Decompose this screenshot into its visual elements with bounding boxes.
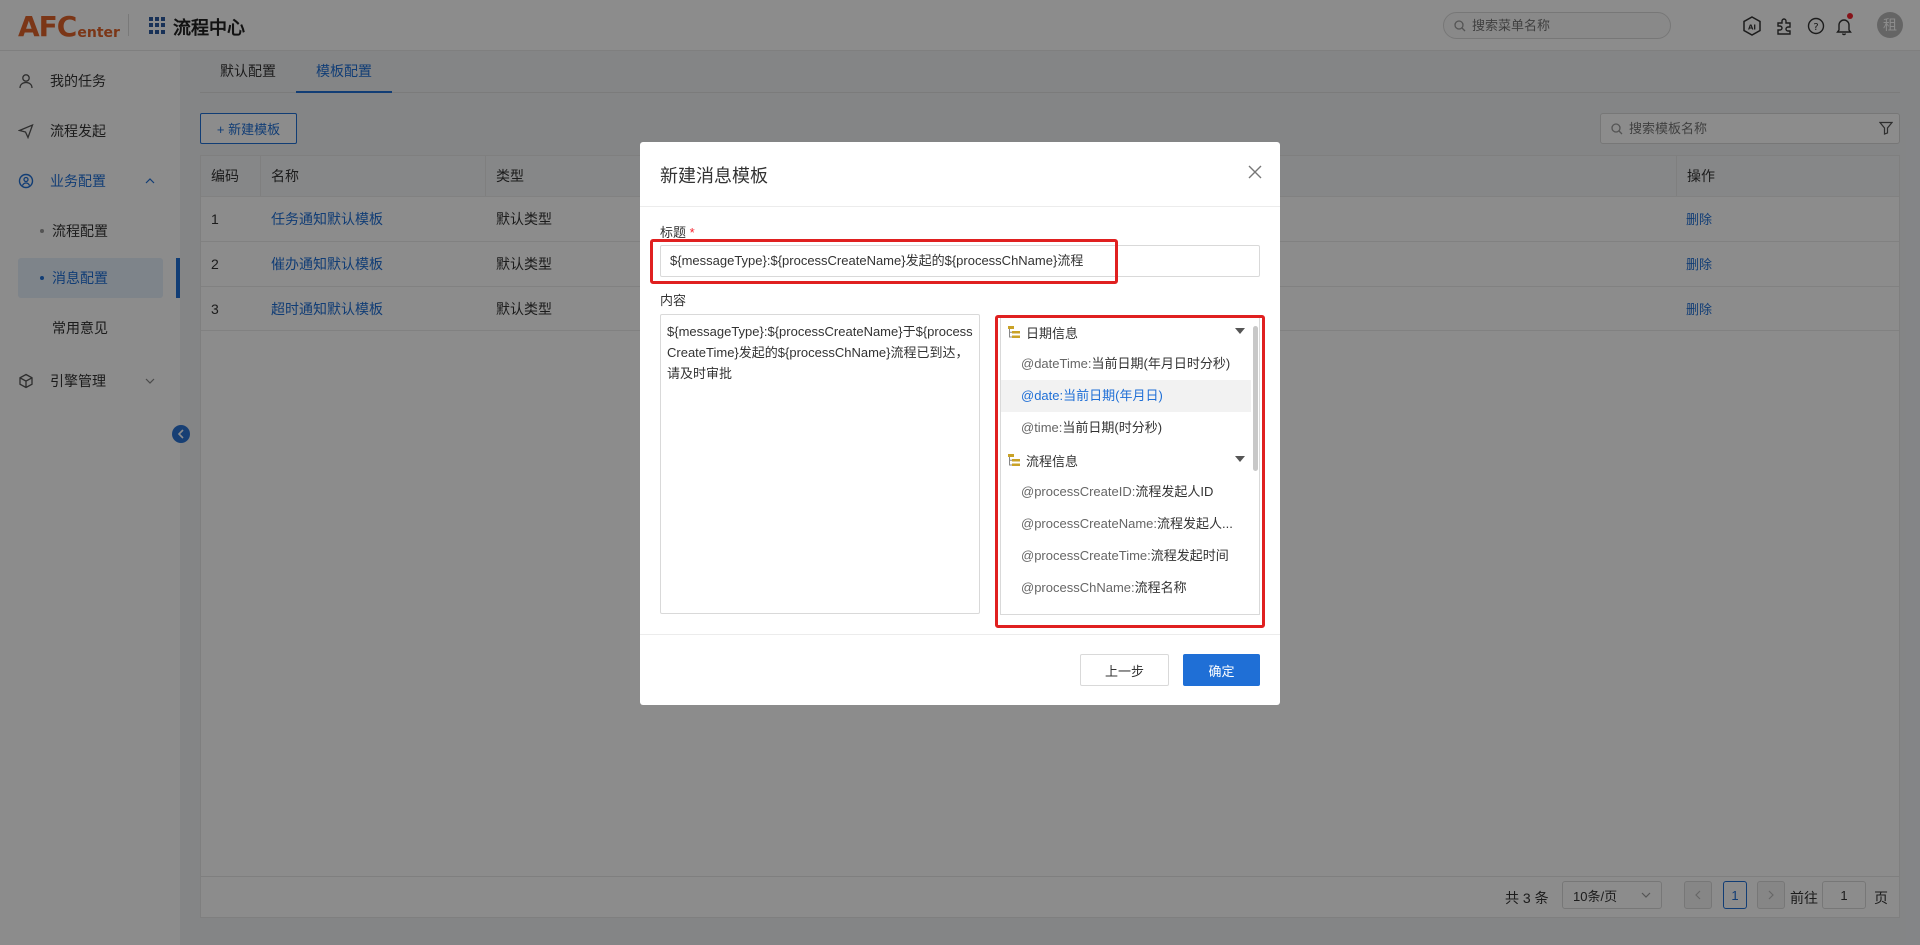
dialog-title: 新建消息模板	[660, 166, 768, 186]
highlight-box-title	[650, 239, 1118, 284]
highlight-box-variables	[995, 315, 1265, 628]
new-message-template-dialog: 新建消息模板 标题 * ${messageType}:${processCrea…	[640, 142, 1280, 705]
dialog-header-divider	[640, 206, 1280, 207]
title-label-text: 标题	[660, 225, 687, 240]
dialog-footer-divider	[640, 634, 1280, 635]
content-textarea[interactable]: ${messageType}:${processCreateName}于${pr…	[660, 314, 980, 614]
confirm-button[interactable]: 确定	[1183, 654, 1260, 686]
close-icon[interactable]	[1248, 162, 1262, 185]
required-mark: *	[689, 225, 695, 240]
previous-step-button[interactable]: 上一步	[1080, 654, 1169, 686]
content-field-label: 内容	[660, 293, 687, 308]
